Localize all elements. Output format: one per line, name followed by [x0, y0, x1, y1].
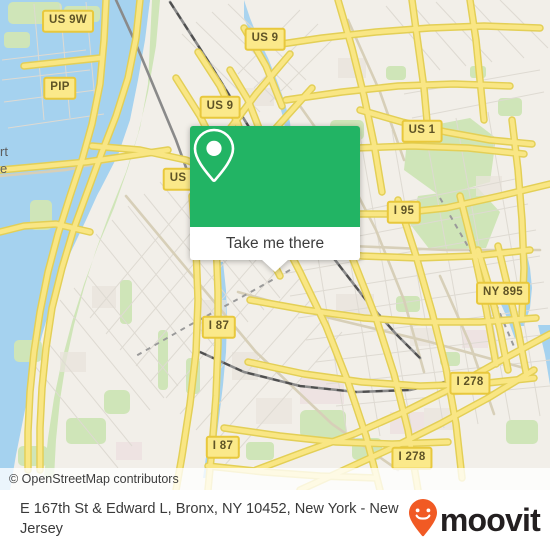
highway-shield: PIP — [43, 76, 77, 100]
moovit-logo[interactable]: moovit — [408, 498, 541, 543]
highway-shield: I 278 — [391, 446, 433, 470]
highway-shield: US 9 — [244, 27, 286, 51]
place-label: rt — [0, 144, 8, 159]
popup-tail-icon — [261, 259, 289, 272]
highway-shield: I 278 — [449, 371, 491, 395]
footer-bar: E 167th St & Edward L, Bronx, NY 10452, … — [0, 490, 550, 550]
highway-shield: I 87 — [205, 435, 241, 459]
map-attribution: © OpenStreetMap contributors — [0, 468, 550, 490]
location-popup[interactable]: Take me there — [190, 126, 360, 272]
moovit-wordmark: moovit — [439, 502, 541, 538]
highway-shield: US 1 — [401, 119, 443, 143]
highway-shield: US 9W — [42, 9, 94, 33]
popup-header — [190, 126, 360, 227]
highway-shield: I 95 — [386, 200, 422, 224]
attribution-text: © OpenStreetMap contributors — [9, 472, 179, 486]
map-canvas[interactable]: rt e US 9W US 9 PIP US 9 US 1 US I 95 NY… — [0, 0, 550, 490]
take-me-there-button[interactable]: Take me there — [190, 227, 360, 272]
highway-shield: NY 895 — [476, 281, 530, 305]
map-page: rt e US 9W US 9 PIP US 9 US 1 US I 95 NY… — [0, 0, 550, 550]
take-me-there-label: Take me there — [225, 234, 325, 252]
address-label: E 167th St & Edward L, Bronx, NY 10452, … — [20, 501, 399, 537]
moovit-pin-icon — [408, 498, 438, 543]
highway-shield: US — [162, 167, 194, 191]
highway-shield: US 9 — [199, 95, 241, 119]
highway-shield: I 87 — [201, 315, 237, 339]
place-label: e — [0, 161, 8, 176]
